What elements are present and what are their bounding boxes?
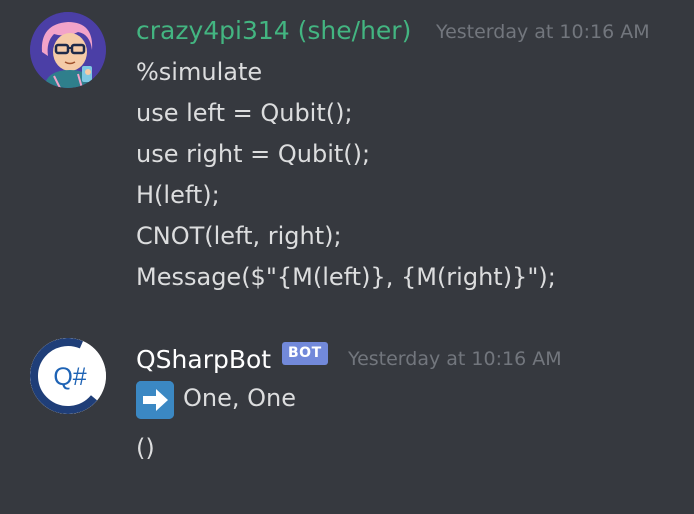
user-avatar-icon[interactable]: [30, 12, 106, 88]
message-line: CNOT(left, right);: [136, 222, 342, 250]
result-text: One, One: [183, 384, 296, 412]
message-2: Q# QSharpBot BOT Yesterday at 10:16 AM O…: [0, 330, 694, 480]
message-line: H(left);: [136, 181, 220, 209]
message-line: Message($"{M(left)}, {M(right)}");: [136, 263, 556, 291]
message-line: %simulate: [136, 58, 263, 86]
bot-badge: BOT: [282, 342, 328, 365]
arrow-right-icon: [136, 381, 174, 419]
unit-result-text: (): [136, 434, 155, 462]
message-1: crazy4pi314 (she/her) Yesterday at 10:16…: [0, 0, 694, 300]
author-name[interactable]: QSharpBot: [136, 347, 271, 372]
message-line: use right = Qubit();: [136, 140, 371, 168]
qsharp-logo-icon[interactable]: Q#: [30, 338, 106, 414]
message-timestamp[interactable]: Yesterday at 10:16 AM: [436, 23, 650, 42]
message-line: use left = Qubit();: [136, 99, 353, 127]
svg-text:Q#: Q#: [53, 363, 86, 391]
message-timestamp[interactable]: Yesterday at 10:16 AM: [348, 350, 562, 369]
author-name[interactable]: crazy4pi314 (she/her): [136, 18, 411, 43]
